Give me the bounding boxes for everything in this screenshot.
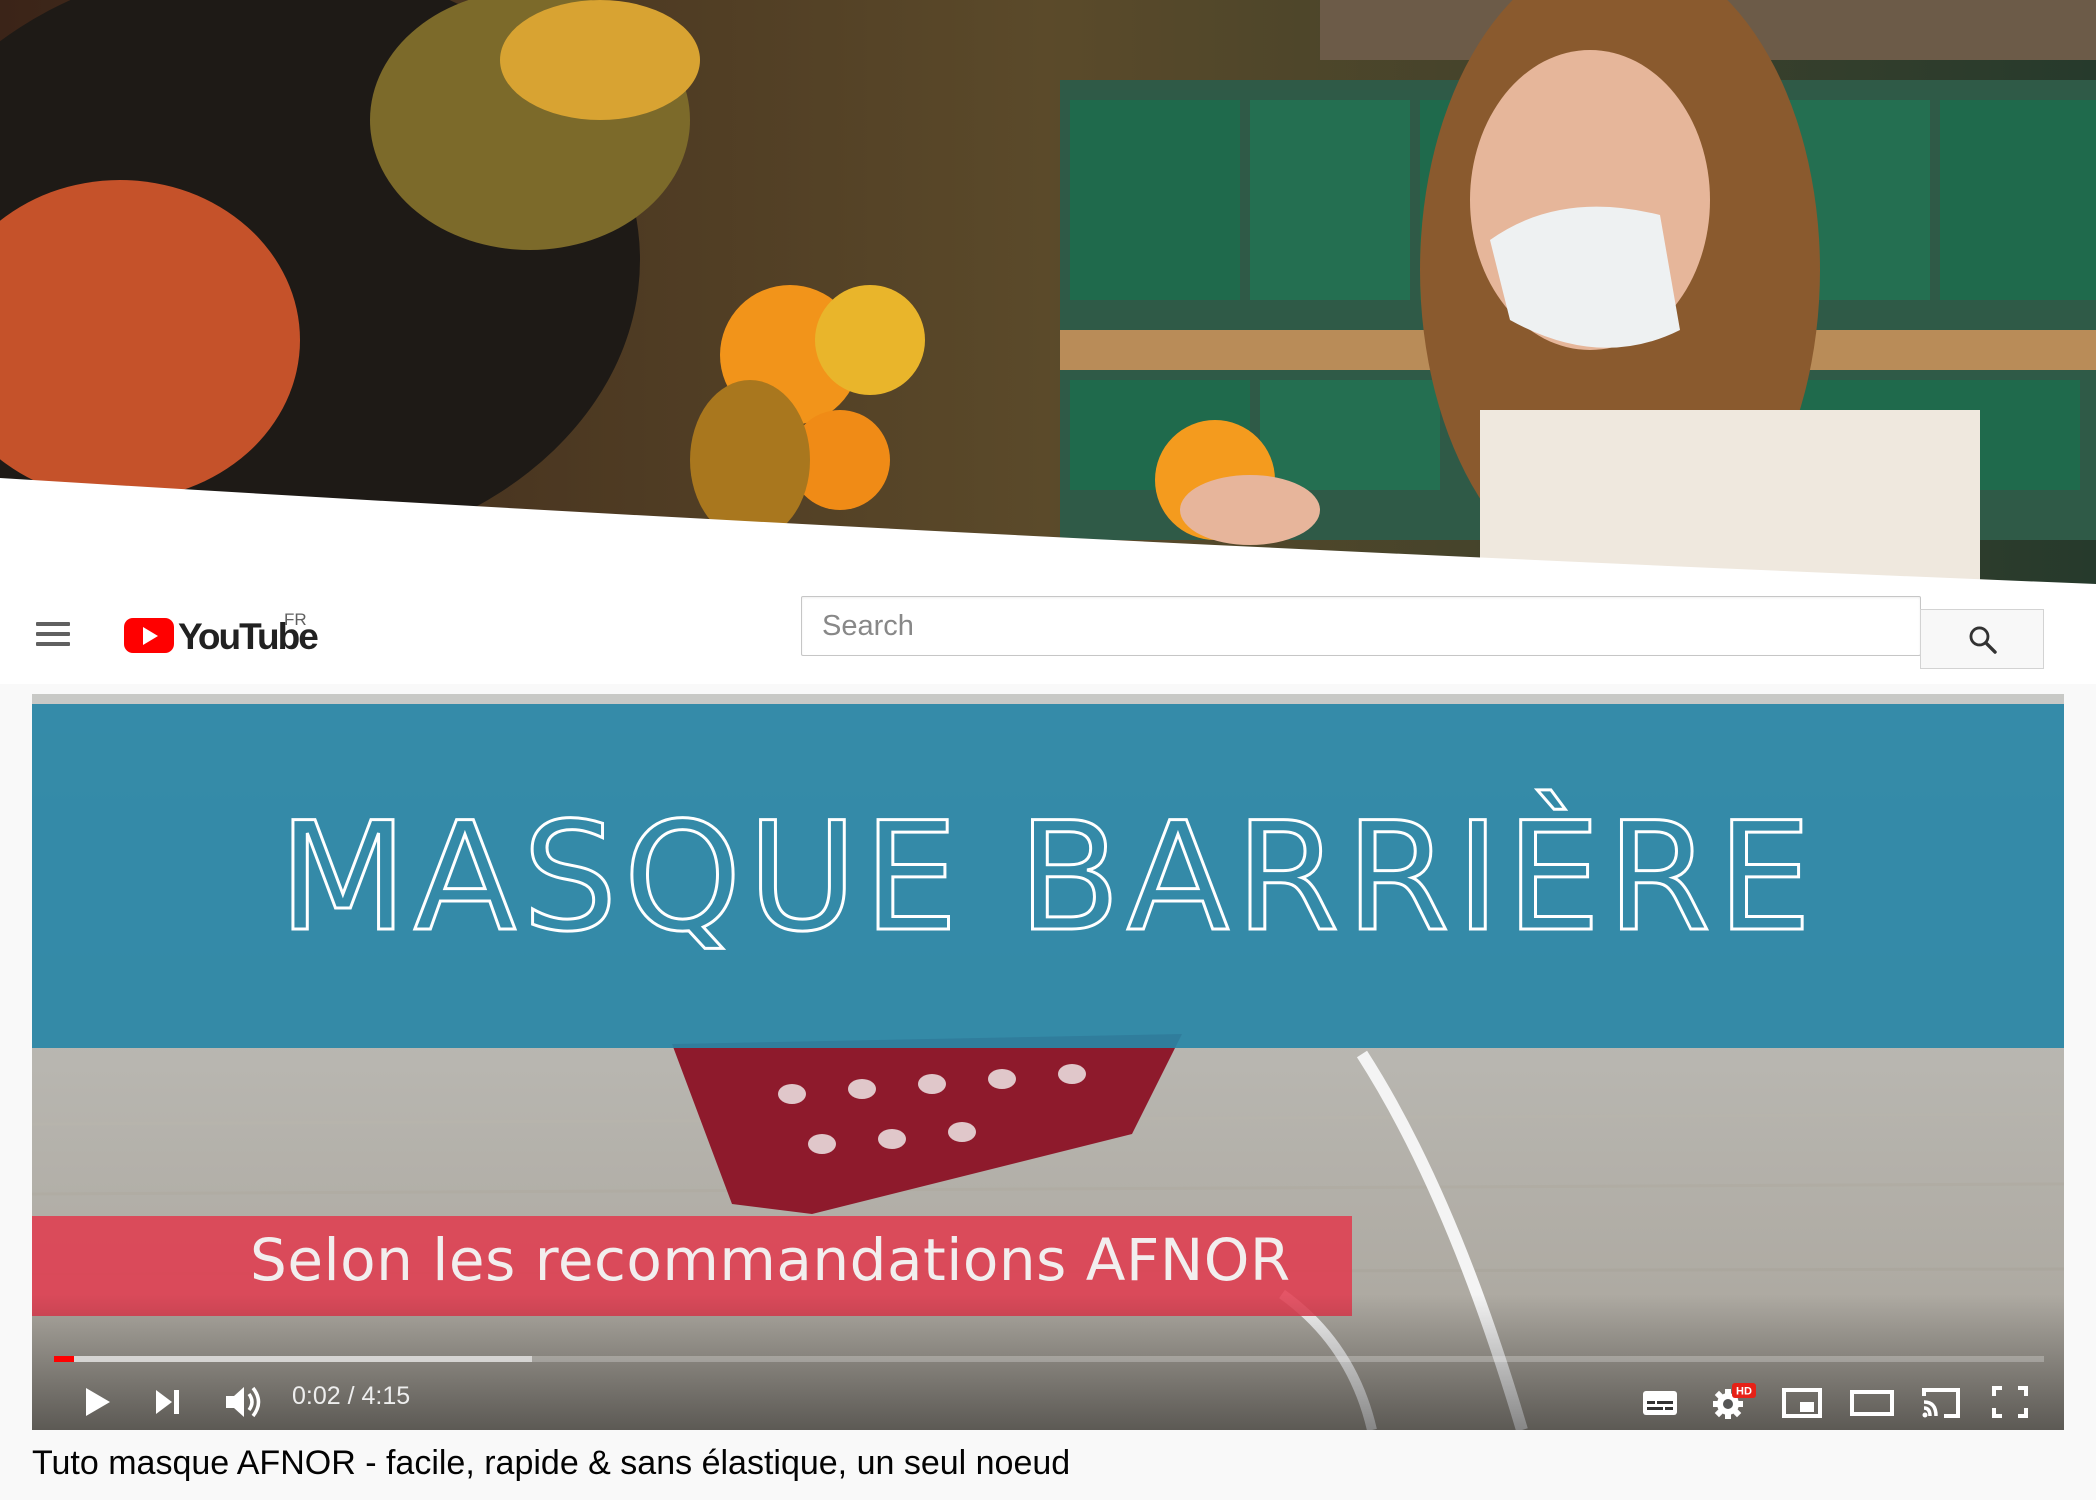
next-icon — [156, 1390, 179, 1414]
search-icon — [1969, 626, 1997, 654]
fullscreen-icon — [1992, 1386, 2028, 1418]
theater-mode-button[interactable] — [1844, 1374, 1900, 1430]
play-icon — [86, 1388, 110, 1416]
current-time: 0:02 — [292, 1382, 341, 1410]
subtitles-icon — [1643, 1391, 1677, 1415]
cast-icon — [1922, 1388, 1960, 1418]
settings-button[interactable]: HD — [1702, 1374, 1762, 1430]
video-title[interactable]: Tuto masque AFNOR - facile, rapide & san… — [32, 1444, 1070, 1483]
hero-banner-image — [0, 0, 2096, 584]
fullscreen-button[interactable] — [1982, 1374, 2038, 1430]
volume-icon — [226, 1386, 261, 1418]
settings-icon: HD — [1713, 1383, 1756, 1419]
time-separator: / — [340, 1382, 362, 1410]
mute-button[interactable] — [216, 1374, 272, 1430]
overlay-title-band: MASQUE BARRIÈRE — [32, 704, 2064, 1048]
miniplayer-button[interactable] — [1774, 1374, 1830, 1430]
search-box — [801, 596, 2044, 669]
hd-badge-label: HD — [1736, 1386, 1752, 1398]
country-code: FR — [284, 610, 307, 629]
time-display: 0:02 / 4:15 — [292, 1382, 410, 1411]
play-button[interactable] — [72, 1374, 122, 1430]
progress-buffered — [54, 1356, 532, 1362]
youtube-masthead: YouTube FR — [0, 584, 2096, 684]
video-player[interactable]: MASQUE BARRIÈRE Selon les recommandation… — [32, 694, 2064, 1430]
next-button[interactable] — [142, 1374, 192, 1430]
hamburger-menu-icon[interactable] — [34, 614, 74, 654]
theater-icon — [1850, 1390, 1894, 1416]
search-button[interactable] — [1920, 609, 2044, 669]
subtitles-button[interactable] — [1632, 1374, 1688, 1430]
search-input[interactable] — [802, 597, 1918, 655]
miniplayer-icon — [1782, 1388, 1822, 1418]
overlay-title-graphic: MASQUE BARRIÈRE — [277, 789, 1818, 967]
overlay-title-text: MASQUE BARRIÈRE — [278, 790, 1818, 965]
progress-played — [54, 1356, 74, 1362]
youtube-play-logo-icon — [124, 618, 174, 653]
progress-bar[interactable] — [54, 1356, 2044, 1362]
cast-button[interactable] — [1912, 1374, 1968, 1430]
overlay-subtitle-text: Selon les recommandations AFNOR — [250, 1226, 1291, 1294]
supermarket-photo — [0, 0, 2096, 584]
duration: 4:15 — [361, 1382, 411, 1410]
